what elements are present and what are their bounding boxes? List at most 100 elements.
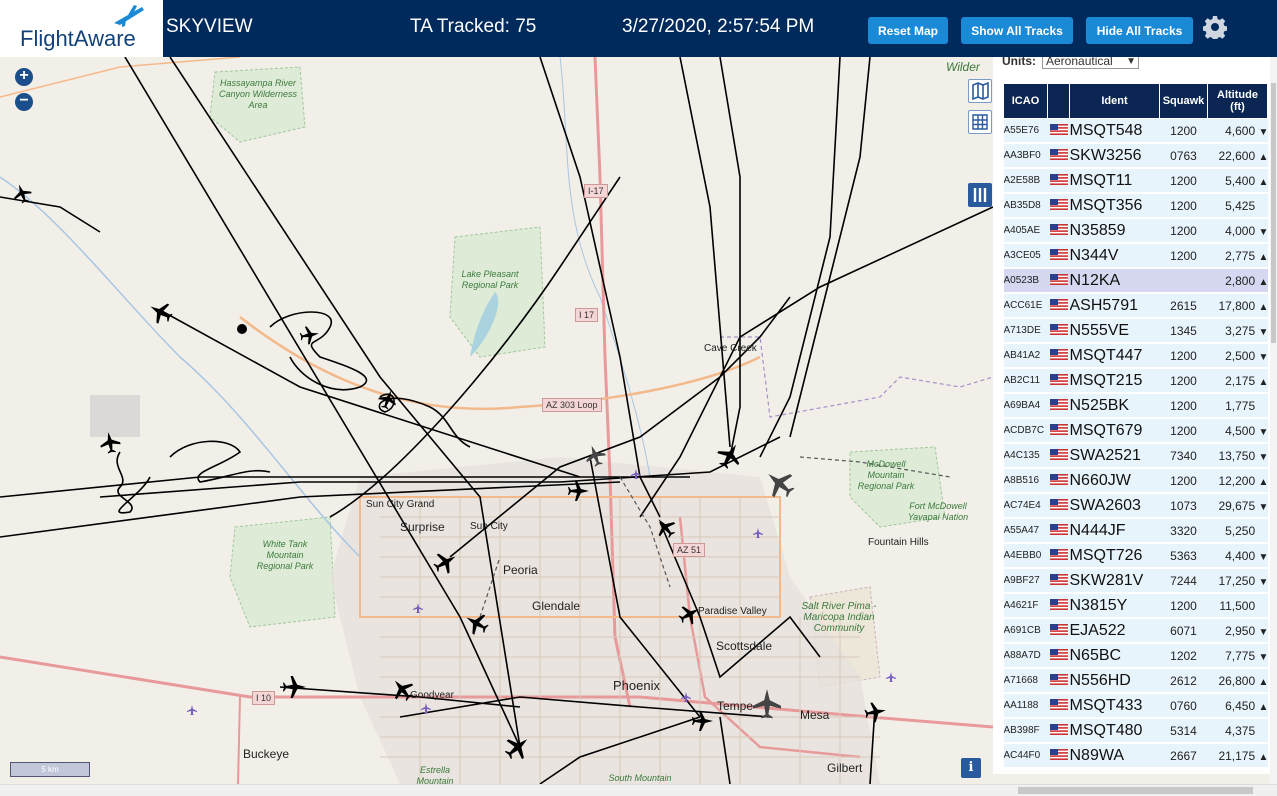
altitude-trend-icon: ▼ xyxy=(1258,451,1268,463)
flag-cell xyxy=(1047,468,1070,494)
altitude-value: 17,250 xyxy=(1218,573,1256,588)
show-all-tracks-button[interactable]: Show All Tracks xyxy=(961,17,1073,44)
table-row[interactable]: A8B516 N660JW 1200 12,200 ▲ xyxy=(1003,468,1268,494)
road-shield-i17: I-17 xyxy=(584,184,608,198)
table-row[interactable]: AB2C11 MSQT215 1200 2,175 ▲ xyxy=(1003,368,1268,394)
flag-cell xyxy=(1047,193,1070,219)
table-row[interactable]: A3CE05 N344V 1200 2,775 ▲ xyxy=(1003,243,1268,269)
icao-cell: AA1188 xyxy=(1003,693,1048,719)
top-bar: FlightAware SKYVIEW TA Tracked: 75 3/27/… xyxy=(0,0,1277,57)
table-row[interactable]: A2E58B MSQT11 1200 5,400 ▲ xyxy=(1003,168,1268,194)
column-header-icao[interactable]: ICAO xyxy=(1003,83,1048,119)
table-row[interactable]: A55E76 MSQT548 1200 4,600 ▼ xyxy=(1003,118,1268,144)
flag-cell xyxy=(1047,343,1070,369)
park-label-hassayampa: Hassayampa River Canyon Wilderness Area xyxy=(219,78,297,110)
road-shield-az51: AZ 51 xyxy=(673,543,706,557)
table-row[interactable]: AC74E4 SWA2603 1073 29,675 ▼ xyxy=(1003,493,1268,519)
flag-cell xyxy=(1047,418,1070,444)
horizontal-scrollbar[interactable] xyxy=(0,784,1277,796)
table-row[interactable]: A4C135 SWA2521 7340 13,750 ▼ xyxy=(1003,443,1268,469)
icao-cell: AC44F0 xyxy=(1003,743,1048,769)
ident-cell: N660JW xyxy=(1069,468,1160,494)
units-select[interactable]: Aeronautical ▼ xyxy=(1042,57,1139,69)
flag-cell xyxy=(1047,168,1070,194)
map-layer-button[interactable] xyxy=(968,79,992,103)
squawk-cell: 1073 xyxy=(1159,493,1208,519)
flightaware-logo[interactable]: FlightAware xyxy=(0,0,163,57)
ident-cell: MSQT726 xyxy=(1069,543,1160,569)
table-row[interactable]: A4EBB0 MSQT726 5363 4,400 ▼ xyxy=(1003,543,1268,569)
altitude-trend-icon: ▲ xyxy=(1258,151,1268,163)
grid-toggle-button[interactable] xyxy=(968,110,992,134)
hscroll-thumb[interactable] xyxy=(1018,787,1253,794)
squawk-cell: 1200 xyxy=(1159,118,1208,144)
squawk-cell: 1200 xyxy=(1159,393,1208,419)
table-row[interactable]: A69BA4 N525BK 1200 1,775 xyxy=(1003,393,1268,419)
table-row[interactable]: AC44F0 N89WA 2667 21,175 ▲ xyxy=(1003,743,1268,769)
app-name: SKYVIEW xyxy=(166,16,253,37)
flag-cell xyxy=(1047,718,1070,744)
icao-cell: AB2C11 xyxy=(1003,368,1048,394)
column-header-ident[interactable]: Ident xyxy=(1069,83,1160,119)
icao-cell: A55E76 xyxy=(1003,118,1048,144)
table-row[interactable]: AA3BF0 SKW3256 0763 22,600 ▲ xyxy=(1003,143,1268,169)
altitude-cell: 6,450 ▲ xyxy=(1207,693,1268,719)
gear-icon[interactable] xyxy=(1203,15,1227,39)
reset-map-button[interactable]: Reset Map xyxy=(868,17,948,44)
us-flag-icon xyxy=(1049,573,1068,585)
park-label-fort-mcdowell: Fort McDowell Yavapai Nation xyxy=(907,501,969,522)
altitude-cell: 4,000 ▼ xyxy=(1207,218,1268,244)
us-flag-icon xyxy=(1049,173,1068,185)
ident-cell: SKW281V xyxy=(1069,568,1160,594)
table-row[interactable]: AB398F MSQT480 5314 4,375 xyxy=(1003,718,1268,744)
table-row[interactable]: AB35D8 MSQT356 1200 5,425 xyxy=(1003,193,1268,219)
vertical-scrollbar[interactable] xyxy=(1270,57,1277,784)
table-row[interactable]: A9BF27 SKW281V 7244 17,250 ▼ xyxy=(1003,568,1268,594)
altitude-value: 11,500 xyxy=(1219,598,1256,613)
squawk-cell: 5314 xyxy=(1159,718,1208,744)
column-header-squawk[interactable]: Squawk xyxy=(1159,83,1208,119)
altitude-value: 2,500 xyxy=(1225,348,1256,363)
altitude-value: 2,800 xyxy=(1225,273,1256,288)
table-row[interactable]: ACDB7C MSQT679 1200 4,500 ▼ xyxy=(1003,418,1268,444)
table-row[interactable]: ACC61E ASH5791 2615 17,800 ▲ xyxy=(1003,293,1268,319)
icao-cell: A71668 xyxy=(1003,668,1048,694)
table-row[interactable]: A405AE N35859 1200 4,000 ▼ xyxy=(1003,218,1268,244)
hide-all-tracks-button[interactable]: Hide All Tracks xyxy=(1086,17,1193,44)
altitude-trend-icon: ▲ xyxy=(1258,276,1268,288)
table-row[interactable]: AA1188 MSQT433 0760 6,450 ▲ xyxy=(1003,693,1268,719)
squawk-cell: 1200 xyxy=(1159,418,1208,444)
table-row[interactable]: A88A7D N65BC 1202 7,775 ▼ xyxy=(1003,643,1268,669)
us-flag-icon xyxy=(1049,148,1068,160)
altitude-cell: 2,175 ▲ xyxy=(1207,368,1268,394)
ident-cell: N65BC xyxy=(1069,643,1160,669)
icao-cell: A55A47 xyxy=(1003,518,1048,544)
us-flag-icon xyxy=(1049,473,1068,485)
table-row[interactable]: A71668 N556HD 2612 26,800 ▲ xyxy=(1003,668,1268,694)
sidebar-toggle-button[interactable] xyxy=(968,183,992,207)
flag-cell xyxy=(1047,643,1070,669)
park-label-wilder: Wilder xyxy=(946,60,980,74)
zoom-in-button[interactable]: + xyxy=(15,68,33,86)
table-row[interactable]: AB41A2 MSQT447 1200 2,500 ▼ xyxy=(1003,343,1268,369)
column-header-altitude[interactable]: Altitude (ft) xyxy=(1207,83,1268,119)
table-row[interactable]: A0523B N12KA 2,800 ▲ xyxy=(1003,268,1268,294)
altitude-cell: 2,800 ▲ xyxy=(1207,268,1268,294)
scale-bar: 5 km xyxy=(10,762,90,777)
table-row[interactable]: A691CB EJA522 6071 2,950 ▼ xyxy=(1003,618,1268,644)
tracked-count: TA Tracked: 75 xyxy=(410,16,537,37)
altitude-cell: 13,750 ▼ xyxy=(1207,443,1268,469)
squawk-cell: 1200 xyxy=(1159,593,1208,619)
table-row[interactable]: A4621F N3815Y 1200 11,500 xyxy=(1003,593,1268,619)
table-row[interactable]: A55A47 N444JF 3320 5,250 xyxy=(1003,518,1268,544)
table-row[interactable]: A713DE N555VE 1345 3,275 ▼ xyxy=(1003,318,1268,344)
altitude-trend-icon: ▲ xyxy=(1258,701,1268,713)
info-button[interactable]: i xyxy=(961,758,981,778)
scrollbar-thumb[interactable] xyxy=(1271,83,1276,343)
zoom-out-button[interactable]: − xyxy=(15,93,33,111)
squawk-cell: 3320 xyxy=(1159,518,1208,544)
ident-cell: MSQT447 xyxy=(1069,343,1160,369)
grid-icon xyxy=(972,114,988,130)
map-view[interactable]: Hassayampa River Canyon Wilderness Area … xyxy=(0,57,993,784)
us-flag-icon xyxy=(1049,123,1068,135)
